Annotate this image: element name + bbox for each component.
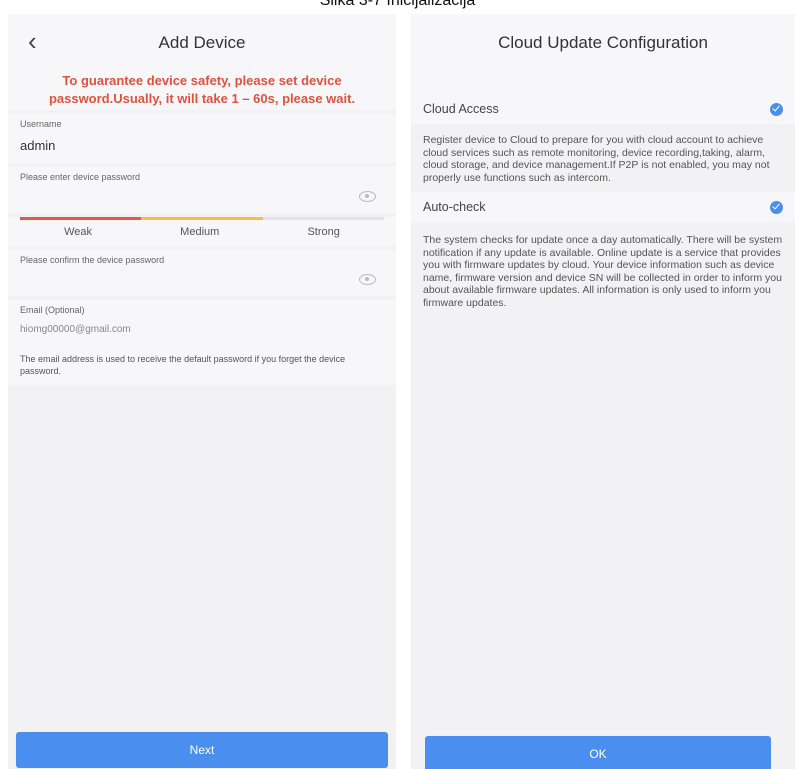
- page-title: Cloud Update Configuration: [498, 33, 708, 52]
- cloud-update-screen: Cloud Update Configuration Cloud Access …: [411, 14, 795, 769]
- cloud-access-row[interactable]: Cloud Access: [411, 94, 795, 124]
- ok-button[interactable]: OK: [425, 736, 771, 769]
- cloud-access-check-icon[interactable]: [770, 102, 783, 116]
- email-input[interactable]: hiomg00000@gmail.com: [20, 316, 384, 345]
- confirm-password-input[interactable]: [20, 266, 384, 296]
- add-device-screen: ‹ Add Device To guarantee device safety,…: [8, 14, 396, 769]
- show-confirm-password-eye-icon[interactable]: [359, 274, 376, 285]
- auto-check-description: The system checks for update once a day …: [423, 234, 783, 309]
- cloud-update-header: Cloud Update Configuration: [411, 14, 795, 72]
- password-label: Please enter device password: [20, 172, 141, 182]
- strength-weak-label: Weak: [64, 226, 92, 238]
- email-field[interactable]: Email (Optional) hiomg00000@gmail.com: [8, 300, 396, 345]
- password-input[interactable]: [20, 183, 384, 213]
- email-note: The email address is used to receive the…: [8, 345, 396, 385]
- username-label: Username: [20, 119, 62, 129]
- cloud-access-label: Cloud Access: [423, 102, 499, 116]
- strength-weak-segment: [20, 217, 142, 220]
- figure-caption: Slika 3-7 Inicijalizacija: [319, 0, 476, 9]
- strength-strong-label: Strong: [307, 226, 340, 238]
- strength-bar: [20, 217, 384, 220]
- page-title: Add Device: [158, 33, 246, 52]
- confirm-password-field[interactable]: Please confirm the device password: [8, 250, 396, 296]
- show-password-eye-icon[interactable]: [359, 191, 376, 202]
- password-field[interactable]: Please enter device password: [8, 167, 396, 213]
- auto-check-check-icon[interactable]: [770, 200, 783, 214]
- next-button[interactable]: Next: [16, 732, 388, 768]
- username-value[interactable]: admin: [20, 130, 384, 163]
- cloud-access-description: Register device to Cloud to prepare for …: [423, 134, 770, 184]
- email-label: Email (Optional): [20, 305, 85, 315]
- safety-warning: To guarantee device safety, please set d…: [8, 72, 396, 110]
- password-strength-meter: Weak Medium Strong: [8, 217, 396, 246]
- strength-medium-label: Medium: [180, 226, 220, 238]
- strength-medium-segment: [141, 217, 263, 220]
- auto-check-label: Auto-check: [423, 200, 486, 214]
- back-arrow-icon[interactable]: ‹: [28, 26, 37, 57]
- auto-check-row[interactable]: Auto-check: [411, 192, 795, 222]
- username-field[interactable]: Username admin: [8, 114, 396, 163]
- strength-strong-segment: [262, 217, 384, 220]
- confirm-password-label: Please confirm the device password: [20, 255, 165, 265]
- add-device-header: ‹ Add Device: [8, 14, 396, 72]
